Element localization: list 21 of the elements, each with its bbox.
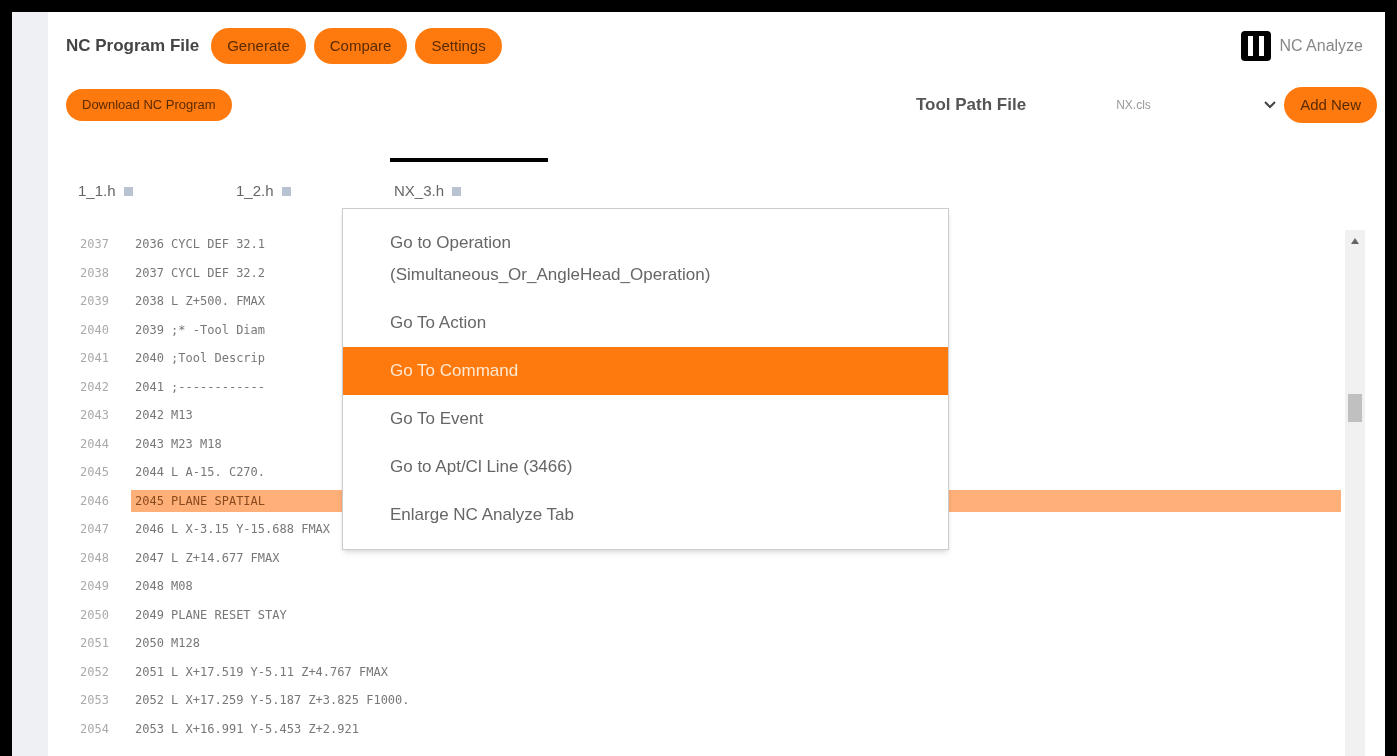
line-number: 2037 <box>79 236 110 254</box>
line-number: 2053 <box>79 692 110 710</box>
line-number: 2041 <box>79 350 110 368</box>
line-number: 2048 <box>79 549 110 567</box>
line-number: 2038 <box>79 264 110 282</box>
line-number: 2043 <box>79 407 110 425</box>
line-number: 2051 <box>79 635 110 653</box>
line-number: 2050 <box>79 606 110 624</box>
line-number: 2045 <box>79 464 110 482</box>
line-number: 2040 <box>79 321 110 339</box>
brand-name: NC Analyze <box>1279 36 1363 56</box>
line-number: 2049 <box>79 578 110 596</box>
line-number: 2042 <box>79 378 110 396</box>
line-number: 2052 <box>79 663 110 681</box>
line-number: 2044 <box>79 435 110 453</box>
page-title: NC Program File <box>66 35 200 58</box>
line-number: 2047 <box>79 521 110 539</box>
line-number: 2046 <box>79 492 110 510</box>
line-number: 2054 <box>79 720 110 738</box>
tool-path-label: Tool Path File <box>915 94 1027 117</box>
line-number: 2039 <box>79 293 110 311</box>
